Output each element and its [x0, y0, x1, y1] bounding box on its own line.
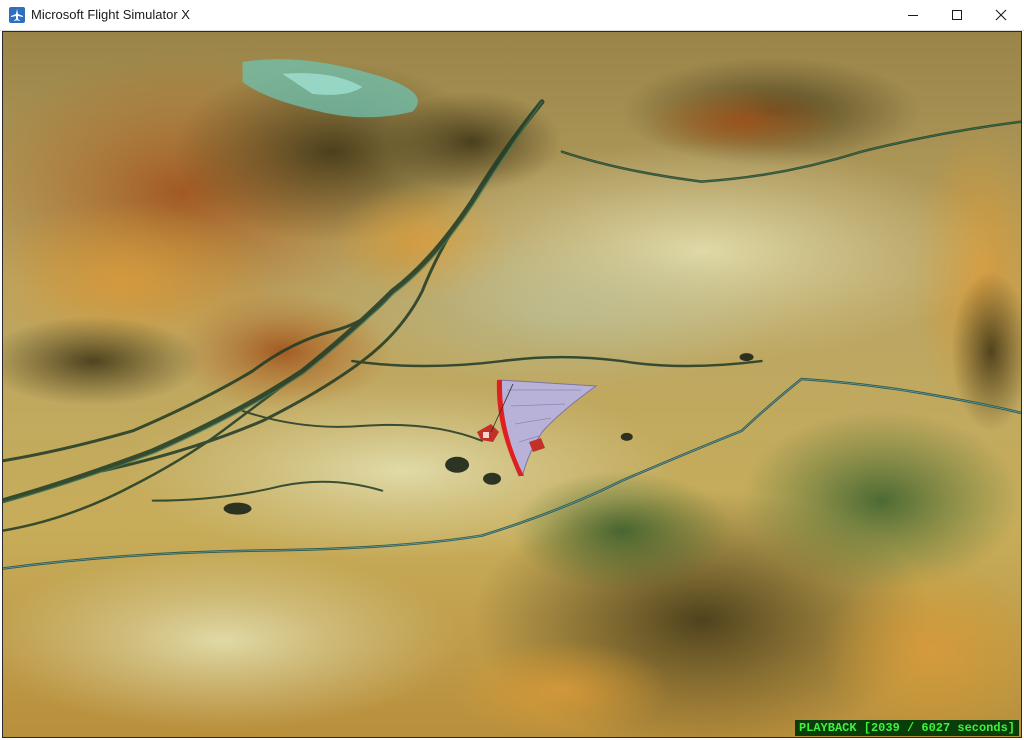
flight-view[interactable]: PLAYBACK [2039 / 6027 seconds] — [2, 31, 1022, 738]
minimize-button[interactable] — [890, 0, 936, 30]
maximize-button[interactable] — [934, 0, 980, 30]
app-window: Microsoft Flight Simulator X PLAYBACK [2… — [0, 0, 1024, 740]
minimize-icon — [908, 15, 918, 16]
close-icon — [995, 9, 1007, 21]
title-bar[interactable]: Microsoft Flight Simulator X — [0, 0, 1024, 31]
hang-glider — [477, 379, 598, 477]
airplane-icon — [9, 7, 25, 23]
close-button[interactable] — [978, 0, 1024, 30]
window-title: Microsoft Flight Simulator X — [31, 7, 190, 22]
maximize-icon — [952, 10, 962, 20]
playback-status: PLAYBACK [2039 / 6027 seconds] — [794, 720, 1019, 736]
